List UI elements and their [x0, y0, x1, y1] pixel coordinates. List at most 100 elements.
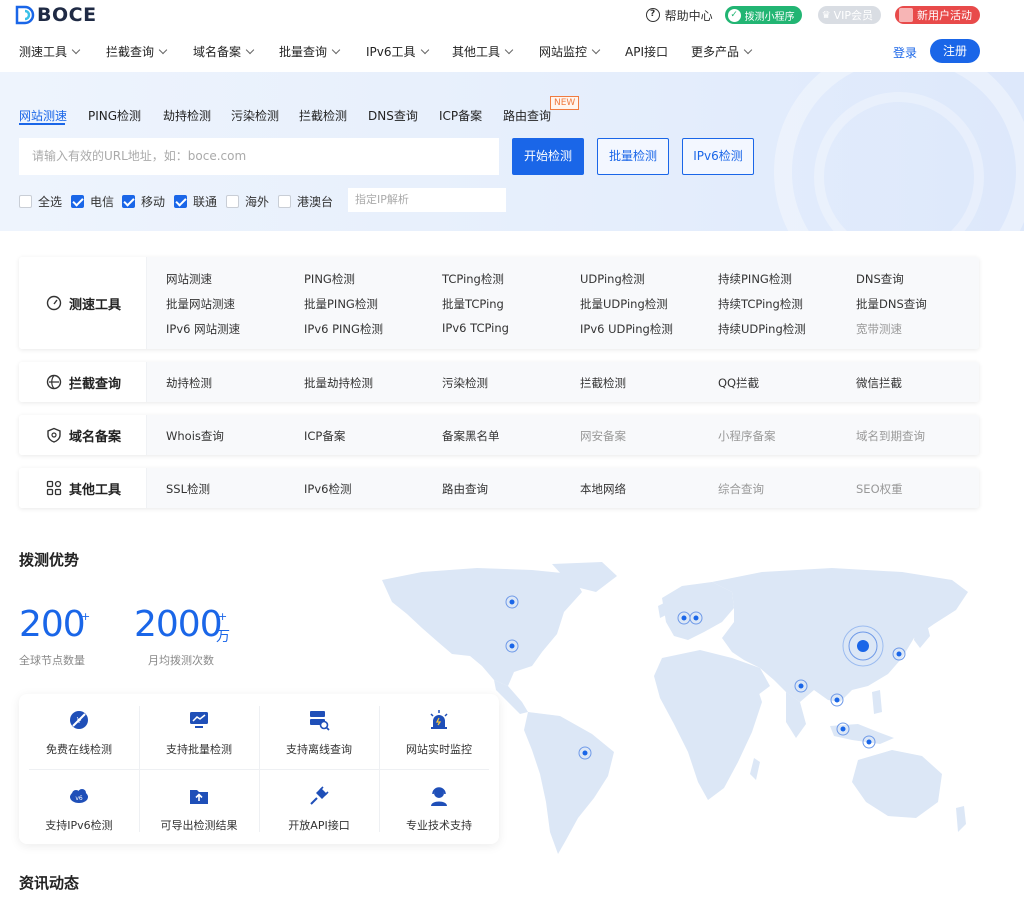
- miniprogram-label: 拨测小程序: [744, 11, 795, 23]
- tool-link[interactable]: IPv6检测: [304, 481, 351, 497]
- tool-link[interactable]: 持续UDPing检测: [718, 321, 806, 337]
- tool-link[interactable]: IPv6 TCPing: [442, 321, 509, 335]
- tool-link[interactable]: QQ拦截: [718, 375, 759, 391]
- tool-link[interactable]: Whois查询: [166, 428, 224, 444]
- vip-crown-icon: ♛: [821, 9, 831, 21]
- server-search-icon: [310, 711, 330, 731]
- nav-batch-query[interactable]: 批量查询: [279, 43, 341, 60]
- stat-nodes-value: 200: [19, 604, 86, 645]
- tool-link[interactable]: 批量劫持检测: [304, 375, 373, 391]
- miniprogram-button[interactable]: ✓ 拨测小程序: [724, 6, 802, 24]
- tab-website-speed[interactable]: 网站测速: [19, 107, 67, 124]
- chevron-down-icon: [743, 45, 753, 54]
- tool-link[interactable]: SEO权重: [856, 481, 903, 497]
- nav-label: 批量查询: [279, 45, 328, 59]
- tab-intercept[interactable]: 拦截检测: [299, 107, 347, 124]
- search-panel: 网站测速 PING检测 劫持检测 污染检测 拦截检测 DNS查询 ICP备案 路…: [0, 72, 1024, 231]
- feature-label: 可导出检测结果: [160, 819, 238, 832]
- login-link[interactable]: 登录: [893, 44, 917, 61]
- tab-ping[interactable]: PING检测: [88, 107, 141, 124]
- nav-interception[interactable]: 拦截查询: [106, 43, 168, 60]
- new-user-promo-button[interactable]: 新用户活动: [895, 6, 980, 24]
- tab-route[interactable]: 路由查询: [503, 107, 551, 124]
- tool-link[interactable]: 劫持检测: [166, 375, 212, 391]
- tool-link[interactable]: IPv6 网站测速: [166, 321, 240, 337]
- tool-link[interactable]: 宽带测速: [856, 321, 902, 337]
- nav-site-monitor[interactable]: 网站监控: [539, 43, 601, 60]
- tool-link[interactable]: 批量TCPing: [442, 296, 504, 312]
- tool-link[interactable]: 综合查询: [718, 481, 764, 497]
- vip-button[interactable]: ♛ VIP会员: [817, 6, 881, 24]
- tool-link[interactable]: 批量UDPing检测: [580, 296, 668, 312]
- checkbox-box-checked: [71, 195, 84, 208]
- question-icon: ?: [645, 8, 660, 22]
- checkbox-unicom[interactable]: 联通: [174, 193, 217, 210]
- tool-link[interactable]: SSL检测: [166, 481, 210, 497]
- specify-ip-input[interactable]: 指定IP解析: [348, 188, 506, 212]
- nav-other-tools[interactable]: 其他工具: [452, 43, 514, 60]
- tool-link[interactable]: IPv6 PING检测: [304, 321, 383, 337]
- nav-api[interactable]: API接口: [625, 43, 668, 60]
- chevron-down-icon: [331, 45, 341, 54]
- tool-links: SSL检测 IPv6检测 路由查询 本地网络 综合查询 SEO权重: [147, 468, 979, 508]
- tool-group-title: 其他工具: [69, 482, 122, 498]
- nav-ipv6-tools[interactable]: IPv6工具: [366, 43, 429, 60]
- tab-dns[interactable]: DNS查询: [368, 107, 418, 124]
- batch-check-button[interactable]: 批量检测: [597, 138, 669, 175]
- tool-link[interactable]: ICP备案: [304, 428, 345, 444]
- nav-speed-tools[interactable]: 测速工具: [19, 43, 81, 60]
- tool-links: Whois查询 ICP备案 备案黑名单 网安备案 小程序备案 域名到期查询: [147, 415, 979, 455]
- boce-logo[interactable]: BOCE: [14, 4, 97, 26]
- tool-group-header: 其他工具: [19, 468, 147, 508]
- tool-link[interactable]: 持续PING检测: [718, 271, 792, 287]
- tool-link[interactable]: 污染检测: [442, 375, 488, 391]
- tool-link[interactable]: 拦截检测: [580, 375, 626, 391]
- map-new-zealand: [956, 806, 966, 832]
- tab-hijack[interactable]: 劫持检测: [163, 107, 211, 124]
- chevron-down-icon: [245, 45, 255, 54]
- checkbox-label: 移动: [141, 195, 166, 209]
- promo-label: 新用户活动: [917, 9, 972, 22]
- tool-link[interactable]: 持续TCPing检测: [718, 296, 803, 312]
- ipv6-check-button[interactable]: IPv6检测: [682, 138, 754, 175]
- checkbox-overseas[interactable]: 海外: [226, 193, 269, 210]
- tool-link[interactable]: PING检测: [304, 271, 355, 287]
- checkbox-hk-mo-tw[interactable]: 港澳台: [278, 193, 333, 210]
- nav-domain-icp[interactable]: 域名备案: [193, 43, 255, 60]
- map-europe: [662, 582, 734, 640]
- miniprogram-icon: ✓: [727, 8, 741, 22]
- start-check-button[interactable]: 开始检测: [512, 138, 584, 175]
- tool-link[interactable]: 本地网络: [580, 481, 626, 497]
- checkbox-select-all[interactable]: 全选: [19, 193, 62, 210]
- nav-more-products[interactable]: 更多产品: [691, 43, 753, 60]
- tool-link[interactable]: 批量PING检测: [304, 296, 378, 312]
- tab-icp[interactable]: ICP备案: [439, 107, 482, 124]
- tool-link[interactable]: 备案黑名单: [442, 428, 500, 444]
- tool-link[interactable]: IPv6 UDPing检测: [580, 321, 673, 337]
- checkbox-box: [278, 195, 291, 208]
- tool-link[interactable]: 小程序备案: [718, 428, 776, 444]
- tab-pollution[interactable]: 污染检测: [231, 107, 279, 124]
- url-input[interactable]: 请输入有效的URL地址，如：boce.com: [19, 138, 499, 175]
- tool-link[interactable]: 路由查询: [442, 481, 488, 497]
- checkbox-telecom[interactable]: 电信: [71, 193, 114, 210]
- chevron-down-icon: [420, 45, 429, 54]
- tool-link[interactable]: TCPing检测: [442, 271, 504, 287]
- chevron-down-icon: [591, 45, 601, 54]
- tool-group-header: 测速工具: [19, 257, 147, 349]
- register-button[interactable]: 注册: [930, 39, 980, 63]
- tool-links: 劫持检测 批量劫持检测 污染检测 拦截检测 QQ拦截 微信拦截: [147, 362, 979, 402]
- help-center-link[interactable]: ? 帮助中心: [645, 7, 713, 24]
- chevron-down-icon: [158, 45, 168, 54]
- checkbox-mobile[interactable]: 移动: [122, 193, 165, 210]
- feature-export: 可导出检测结果: [139, 770, 259, 842]
- feature-batch-check: 支持批量检测: [139, 694, 259, 766]
- tool-link[interactable]: 批量网站测速: [166, 296, 235, 312]
- tool-link[interactable]: DNS查询: [856, 271, 904, 287]
- tool-link[interactable]: UDPing检测: [580, 271, 645, 287]
- tool-link[interactable]: 域名到期查询: [856, 428, 925, 444]
- tool-link[interactable]: 微信拦截: [856, 375, 902, 391]
- tool-link[interactable]: 批量DNS查询: [856, 296, 927, 312]
- tool-link[interactable]: 网站测速: [166, 271, 212, 287]
- tool-link[interactable]: 网安备案: [580, 428, 626, 444]
